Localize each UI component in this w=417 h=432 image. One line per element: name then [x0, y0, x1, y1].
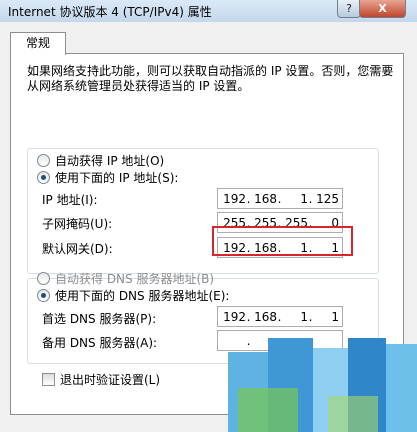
description-text: 如果网络支持此功能，则可以获取自动指派的 IP 设置。否则，您需要从网络系统管理…: [27, 64, 394, 93]
title-bar: Internet 协议版本 4 (TCP/IPv4) 属性 ? X: [0, 0, 417, 23]
help-button[interactable]: ?: [337, 0, 361, 18]
validate-on-exit-checkbox[interactable]: 退出时验证设置(L): [42, 371, 160, 388]
manual-dns-label: 使用下面的 DNS 服务器地址(E):: [55, 289, 230, 303]
tab-general[interactable]: 常规: [10, 32, 66, 55]
radio-selected-icon: [37, 289, 50, 302]
checkbox-icon: [42, 373, 55, 386]
default-gateway-label: 默认网关(D):: [42, 242, 113, 256]
subnet-mask-label: 子网掩码(U):: [42, 217, 113, 231]
manual-ip-label: 使用下面的 IP 地址(S):: [55, 171, 179, 185]
close-button[interactable]: X: [359, 0, 406, 18]
alternate-dns-label: 备用 DNS 服务器(A):: [42, 336, 158, 350]
radio-icon: [37, 272, 50, 285]
auto-ip-label: 自动获得 IP 地址(O): [55, 154, 165, 168]
ip-address-label: IP 地址(I):: [42, 193, 98, 207]
manual-ip-radio[interactable]: 使用下面的 IP 地址(S):: [37, 169, 178, 186]
gateway-highlight-box: [212, 226, 353, 256]
preferred-dns-label: 首选 DNS 服务器(P):: [42, 312, 157, 326]
radio-icon: [37, 154, 50, 167]
manual-dns-radio[interactable]: 使用下面的 DNS 服务器地址(E):: [37, 287, 229, 304]
auto-dns-label: 自动获得 DNS 服务器地址(B): [55, 272, 215, 286]
radio-selected-icon: [37, 171, 50, 184]
desktop-background: [228, 338, 417, 432]
window-title: Internet 协议版本 4 (TCP/IPv4) 属性: [8, 5, 212, 19]
auto-ip-radio[interactable]: 自动获得 IP 地址(O): [37, 152, 164, 169]
auto-dns-radio[interactable]: 自动获得 DNS 服务器地址(B): [37, 270, 214, 287]
preferred-dns-input[interactable]: 192. 168. 1. 1: [217, 306, 343, 327]
validate-on-exit-label: 退出时验证设置(L): [60, 373, 161, 387]
ip-address-input[interactable]: 192. 168. 1. 125: [217, 188, 343, 209]
